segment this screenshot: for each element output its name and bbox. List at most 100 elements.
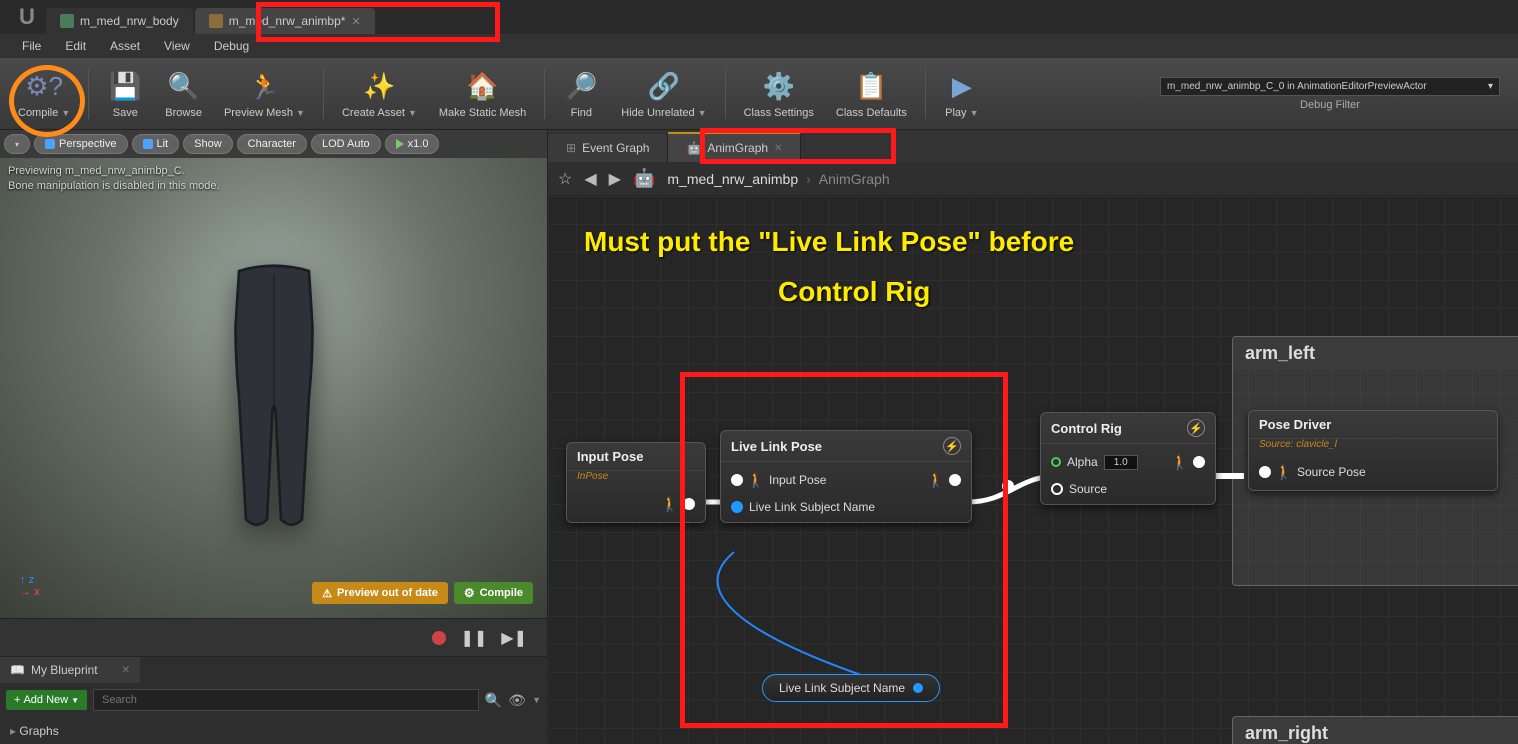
fastpath-icon: ⚡ bbox=[943, 437, 961, 455]
comment-title: arm_right bbox=[1233, 717, 1518, 744]
preview-warning[interactable]: ⚠Preview out of date bbox=[312, 582, 448, 604]
input-pin[interactable] bbox=[731, 474, 743, 486]
graph-icon: ⊞ bbox=[566, 141, 576, 155]
output-pin[interactable] bbox=[949, 474, 961, 486]
gear-icon: ⚙️ bbox=[761, 69, 797, 105]
mesh-icon: 🏃 bbox=[246, 69, 282, 105]
my-blueprint-tab[interactable]: 📖 My Blueprint ✕ bbox=[0, 657, 140, 683]
node-live-link-pose[interactable]: Live Link Pose⚡ 🚶Input Pose🚶 Live Link S… bbox=[720, 430, 972, 523]
tab-body[interactable]: m_med_nrw_body bbox=[46, 8, 193, 34]
speed-button[interactable]: x1.0 bbox=[385, 134, 440, 154]
class-settings-button[interactable]: ⚙️ Class Settings bbox=[734, 67, 824, 121]
class-defaults-button[interactable]: 📋 Class Defaults bbox=[826, 67, 917, 121]
viewport-menu[interactable]: ▾ bbox=[4, 134, 30, 154]
defaults-icon: 📋 bbox=[853, 69, 889, 105]
anim-graph-tab[interactable]: 🤖 AnimGraph ✕ bbox=[668, 132, 801, 162]
debug-filter-label: Debug Filter bbox=[1300, 99, 1360, 111]
annotation-line2: Control Rig bbox=[778, 276, 930, 308]
my-blueprint-panel: 📖 My Blueprint ✕ +Add New▼ 🔍 👁 ▼ Graphs bbox=[0, 656, 547, 744]
perspective-button[interactable]: Perspective bbox=[34, 134, 127, 154]
output-pin[interactable] bbox=[1193, 456, 1205, 468]
preview-mesh-button[interactable]: 🏃 Preview Mesh▼ bbox=[214, 67, 315, 121]
hide-unrelated-button[interactable]: 🔗 Hide Unrelated▼ bbox=[611, 67, 716, 121]
blueprint-search[interactable] bbox=[93, 689, 479, 711]
event-graph-tab[interactable]: ⊞ Event Graph bbox=[548, 134, 668, 162]
comment-title: arm_left bbox=[1233, 337, 1518, 370]
compile-button[interactable]: ⚙? Compile▼ bbox=[8, 67, 80, 121]
source-pin[interactable] bbox=[1051, 483, 1063, 495]
graphs-category[interactable]: Graphs bbox=[0, 717, 547, 744]
menu-file[interactable]: File bbox=[12, 36, 51, 56]
compile-shortcut[interactable]: ⚙Compile bbox=[454, 582, 533, 604]
tab-animbp[interactable]: m_med_nrw_animbp* ✕ bbox=[195, 8, 375, 34]
menu-asset[interactable]: Asset bbox=[100, 36, 150, 56]
browse-button[interactable]: 🔍 Browse bbox=[155, 67, 212, 121]
pose-icon: 🚶 bbox=[929, 470, 943, 490]
debug-filter: m_med_nrw_animbp_C_0 in AnimationEditorP… bbox=[1160, 77, 1510, 111]
robot-icon: 🤖 bbox=[633, 168, 655, 189]
output-pin[interactable] bbox=[683, 498, 695, 510]
record-button[interactable] bbox=[432, 631, 446, 645]
lod-button[interactable]: LOD Auto bbox=[311, 134, 381, 154]
main-toolbar: ⚙? Compile▼ 💾 Save 🔍 Browse 🏃 Preview Me… bbox=[0, 58, 1518, 130]
skeleton-icon bbox=[60, 14, 74, 28]
lit-button[interactable]: Lit bbox=[132, 134, 180, 154]
node-input-pose[interactable]: Input Pose InPose 🚶 bbox=[566, 442, 706, 523]
menu-view[interactable]: View bbox=[154, 36, 200, 56]
make-static-mesh-button[interactable]: 🏠 Make Static Mesh bbox=[429, 67, 536, 121]
tab-label: m_med_nrw_body bbox=[80, 14, 179, 28]
browse-icon: 🔍 bbox=[166, 69, 202, 105]
pose-icon: 🚶 bbox=[1173, 452, 1187, 472]
play-button[interactable]: ▶ Play▼ bbox=[934, 67, 990, 121]
step-button[interactable]: ▶❚ bbox=[501, 628, 527, 648]
tab-label: m_med_nrw_animbp* bbox=[229, 14, 346, 28]
annotation-line1: Must put the "Live Link Pose" before bbox=[584, 226, 1074, 258]
character-button[interactable]: Character bbox=[237, 134, 307, 154]
find-icon: 🔎 bbox=[563, 69, 599, 105]
node-subtitle: Source: clavicle_l bbox=[1249, 439, 1497, 454]
output-pin[interactable] bbox=[913, 683, 923, 693]
anim-graph-canvas[interactable]: Must put the "Live Link Pose" before Con… bbox=[548, 196, 1518, 744]
pose-icon: 🚶 bbox=[749, 470, 763, 490]
find-button[interactable]: 🔎 Find bbox=[553, 67, 609, 121]
show-button[interactable]: Show bbox=[183, 134, 233, 154]
close-icon[interactable]: ✕ bbox=[774, 143, 782, 154]
menu-bar: File Edit Asset View Debug bbox=[0, 34, 1518, 58]
menu-debug[interactable]: Debug bbox=[204, 36, 259, 56]
alpha-pin[interactable] bbox=[1051, 457, 1061, 467]
preview-viewport[interactable]: Previewing m_med_nrw_animbp_C. Bone mani… bbox=[0, 158, 547, 618]
search-icon: 🔍 bbox=[485, 692, 502, 709]
menu-edit[interactable]: Edit bbox=[55, 36, 96, 56]
add-new-button[interactable]: +Add New▼ bbox=[6, 690, 87, 710]
preview-mesh bbox=[184, 257, 364, 537]
forward-button[interactable]: ▶ bbox=[609, 169, 621, 189]
chevron-down-icon[interactable]: ▼ bbox=[532, 695, 541, 705]
viewport-toolbar: ▾ Perspective Lit Show Character LOD Aut… bbox=[0, 130, 547, 158]
crumb-graph[interactable]: AnimGraph bbox=[819, 171, 890, 187]
view-options[interactable]: 👁 bbox=[508, 692, 526, 709]
graph-tab-bar: ⊞ Event Graph 🤖 AnimGraph ✕ bbox=[548, 130, 1518, 162]
favorite-icon[interactable]: ☆ bbox=[558, 169, 572, 189]
node-pose-driver[interactable]: Pose Driver Source: clavicle_l 🚶Source P… bbox=[1248, 410, 1498, 491]
back-button[interactable]: ◀ bbox=[584, 169, 596, 189]
input-pin[interactable] bbox=[1259, 466, 1271, 478]
comment-arm-right[interactable]: arm_right bbox=[1232, 716, 1518, 744]
house-icon: 🏠 bbox=[465, 69, 501, 105]
input-pin[interactable] bbox=[731, 501, 743, 513]
pose-icon: 🚶 bbox=[663, 494, 677, 514]
node-control-rig[interactable]: Control Rig⚡ Alpha1.0🚶 Source bbox=[1040, 412, 1216, 505]
pause-button[interactable]: ❚❚ bbox=[460, 628, 487, 648]
variable-live-link-subject[interactable]: Live Link Subject Name bbox=[762, 674, 940, 702]
create-asset-button[interactable]: ✨ Create Asset▼ bbox=[332, 67, 427, 121]
alpha-value[interactable]: 1.0 bbox=[1104, 455, 1138, 470]
debug-filter-combo[interactable]: m_med_nrw_animbp_C_0 in AnimationEditorP… bbox=[1160, 77, 1500, 96]
close-icon[interactable]: ✕ bbox=[122, 665, 130, 676]
play-icon: ▶ bbox=[944, 69, 980, 105]
close-icon[interactable]: ✕ bbox=[351, 15, 360, 28]
robot-icon: 🤖 bbox=[686, 141, 701, 155]
transport-bar: ❚❚ ▶❚ bbox=[0, 618, 547, 656]
node-subtitle: InPose bbox=[567, 471, 705, 486]
crumb-asset[interactable]: m_med_nrw_animbp bbox=[667, 171, 798, 187]
save-button[interactable]: 💾 Save bbox=[97, 67, 153, 121]
document-tabs: U m_med_nrw_body m_med_nrw_animbp* ✕ bbox=[0, 0, 1518, 34]
